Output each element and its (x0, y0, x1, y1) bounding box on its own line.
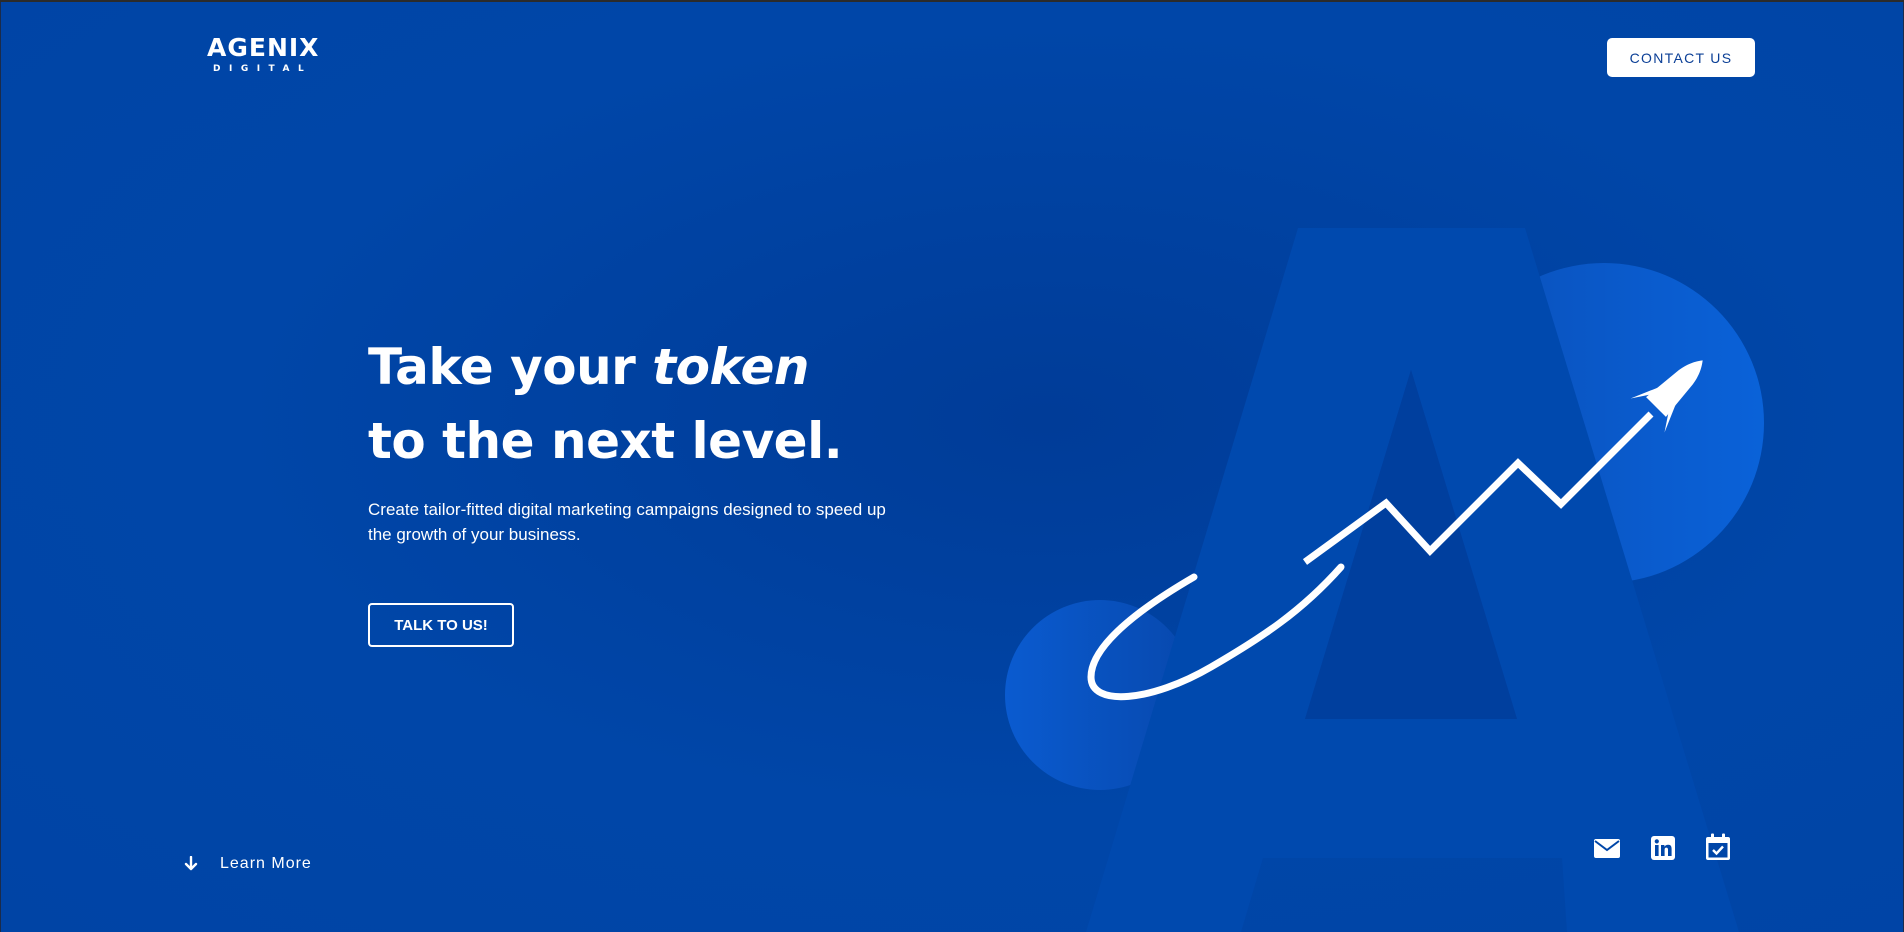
logo-tagline: DIGITAL (213, 64, 313, 74)
hero-subtext: Create tailor-fitted digital marketing c… (368, 500, 886, 544)
talk-to-us-button[interactable]: TALK TO US! (368, 603, 514, 647)
hero-illustration (1005, 228, 1764, 932)
headline-part1: Take your (368, 338, 653, 396)
linkedin-icon[interactable] (1650, 835, 1676, 861)
arrow-down-icon (184, 856, 198, 871)
learn-more-link[interactable]: Learn More (184, 855, 312, 873)
learn-more-label: Learn More (220, 855, 312, 872)
hero-section: AGENIX DIGITAL CONTACT US Take your toke… (0, 2, 1904, 932)
calendar-check-icon[interactable] (1705, 833, 1731, 861)
headline-emphasis: token (652, 338, 809, 396)
hero-headline: Take your token to the next level. (368, 330, 843, 478)
headline-line2: to the next level. (368, 412, 843, 470)
mail-icon[interactable] (1594, 835, 1620, 861)
contact-us-button[interactable]: CONTACT US (1607, 38, 1755, 77)
logo-wordmark: AGENIX (207, 33, 320, 62)
agenix-logo[interactable]: AGENIX DIGITAL (207, 33, 320, 75)
